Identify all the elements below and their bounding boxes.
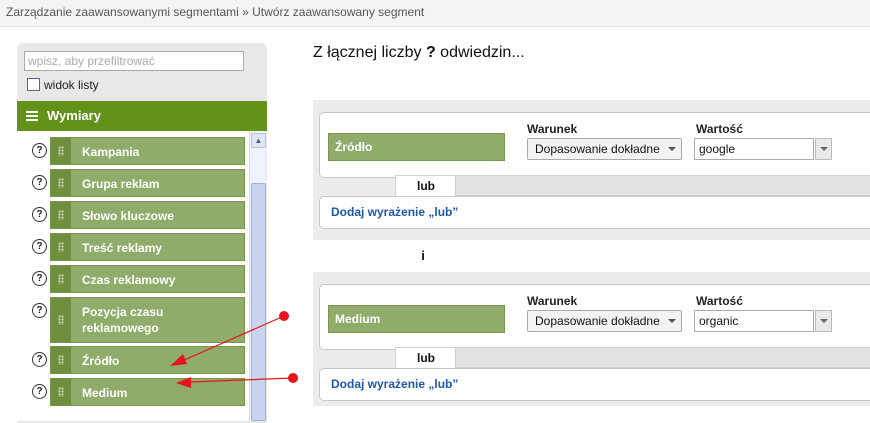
breadcrumb-text: Zarządzanie zaawansowanymi segmentami » … <box>6 5 425 19</box>
condition-row: Medium Warunek Wartość Dopasowanie dokła… <box>319 284 870 350</box>
value-text: organic <box>699 314 739 328</box>
condition-select[interactable]: Dopasowanie dokładne <box>527 310 682 332</box>
chevron-down-icon <box>668 147 676 151</box>
list-view-label: widok listy <box>44 78 99 92</box>
or-bar <box>455 175 870 196</box>
dimension-chip-czas-reklamowy[interactable]: Czas reklamowy <box>50 265 245 293</box>
dimension-drop-chip[interactable]: Medium <box>328 305 505 333</box>
condition-value: Dopasowanie dokładne <box>535 142 660 156</box>
help-icon[interactable]: ? <box>32 303 47 318</box>
dimension-chip-pozycja-czasu-reklamowego[interactable]: Pozycja czasu reklamowego <box>50 297 245 343</box>
condition-group-1: Źródło Warunek Wartość Dopasowanie dokła… <box>313 100 870 240</box>
dimension-list: ? Kampania ? Grupa reklam ? Słowo kluczo… <box>17 131 249 421</box>
dimension-chip-medium[interactable]: Medium <box>50 378 245 406</box>
help-question-mark[interactable]: ? <box>426 44 436 61</box>
condition-row: Źródło Warunek Wartość Dopasowanie dokła… <box>319 112 870 178</box>
condition-select[interactable]: Dopasowanie dokładne <box>527 138 682 160</box>
scroll-up-icon[interactable]: ▲ <box>251 133 266 148</box>
list-icon <box>26 111 38 121</box>
help-icon[interactable]: ? <box>32 143 47 158</box>
dimension-label: Słowo kluczowe <box>82 209 175 223</box>
filter-input[interactable] <box>24 51 244 71</box>
dimension-panel: widok listy Wymiary ? Kampania ? Grupa r… <box>17 43 267 423</box>
dimension-name: Medium <box>335 312 381 326</box>
dimension-chip-slowo-kluczowe[interactable]: Słowo kluczowe <box>50 201 245 229</box>
or-bar <box>455 347 870 368</box>
dimension-name: Źródło <box>335 140 373 154</box>
add-or-box: Dodaj wyrażenie „lub” <box>319 368 870 401</box>
value-dropdown-button[interactable] <box>815 310 832 332</box>
and-tab[interactable]: i <box>365 240 481 272</box>
dimension-chip-kampania[interactable]: Kampania <box>50 137 245 165</box>
drag-handle-icon[interactable] <box>51 379 71 405</box>
dimension-label: Pozycja czasu reklamowego <box>82 305 164 335</box>
help-icon[interactable]: ? <box>32 271 47 286</box>
condition-value: Dopasowanie dokładne <box>535 314 660 328</box>
condition-label: Warunek <box>527 122 578 136</box>
list-scrollbar[interactable]: ▲ <box>249 131 266 421</box>
help-icon[interactable]: ? <box>32 352 47 367</box>
value-input[interactable]: organic <box>694 310 814 332</box>
add-or-link[interactable]: Dodaj wyrażenie „lub” <box>331 377 458 391</box>
dimension-label: Treść reklamy <box>82 241 163 255</box>
dimension-label: Grupa reklam <box>82 177 160 191</box>
or-tab[interactable]: lub <box>395 175 457 196</box>
drag-handle-icon[interactable] <box>51 234 71 260</box>
dimensions-header[interactable]: Wymiary <box>17 101 267 131</box>
value-input[interactable]: google <box>694 138 814 160</box>
dimension-label: Źródło <box>82 354 120 368</box>
value-text: google <box>699 142 736 156</box>
dimension-chip-zrodlo[interactable]: Źródło <box>50 346 245 374</box>
drag-handle-icon[interactable] <box>51 266 71 292</box>
dimension-drop-chip[interactable]: Źródło <box>328 133 505 161</box>
value-dropdown-button[interactable] <box>815 138 832 160</box>
drag-handle-icon[interactable] <box>51 202 71 228</box>
condition-label: Warunek <box>527 294 578 308</box>
scroll-thumb[interactable] <box>251 183 266 421</box>
dimension-label: Czas reklamowy <box>82 273 176 287</box>
help-icon[interactable]: ? <box>32 175 47 190</box>
breadcrumb: Zarządzanie zaawansowanymi segmentami » … <box>0 0 870 27</box>
drag-handle-icon[interactable] <box>51 298 71 342</box>
drag-handle-icon[interactable] <box>51 138 71 164</box>
drag-handle-icon[interactable] <box>51 170 71 196</box>
add-or-box: Dodaj wyrażenie „lub” <box>319 196 870 229</box>
value-label: Wartość <box>696 294 743 308</box>
dimension-chip-grupa-reklam[interactable]: Grupa reklam <box>50 169 245 197</box>
condition-group-2: Medium Warunek Wartość Dopasowanie dokła… <box>313 272 870 406</box>
help-icon[interactable]: ? <box>32 239 47 254</box>
drag-handle-icon[interactable] <box>51 347 71 373</box>
dimensions-title: Wymiary <box>47 108 101 123</box>
list-view-checkbox[interactable] <box>27 78 40 91</box>
dimension-chip-tresc-reklamy[interactable]: Treść reklamy <box>50 233 245 261</box>
segment-title: Z łącznej liczby ? odwiedzin... <box>313 44 525 61</box>
chevron-down-icon <box>668 319 676 323</box>
dimension-label: Kampania <box>82 145 140 159</box>
help-icon[interactable]: ? <box>32 207 47 222</box>
or-tab[interactable]: lub <box>395 347 457 368</box>
dimension-label: Medium <box>82 386 128 400</box>
value-label: Wartość <box>696 122 743 136</box>
add-or-link[interactable]: Dodaj wyrażenie „lub” <box>331 205 458 219</box>
help-icon[interactable]: ? <box>32 384 47 399</box>
